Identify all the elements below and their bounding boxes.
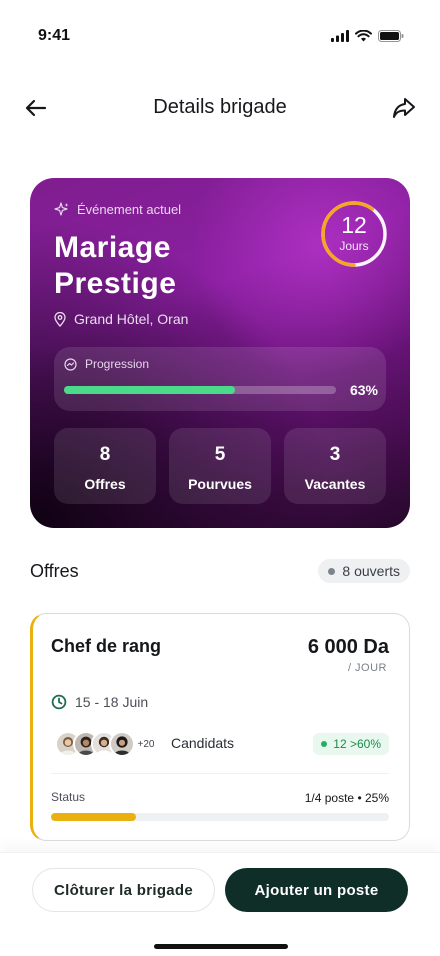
offer-title: Chef de rang xyxy=(51,636,162,656)
stat-offres[interactable]: 8 Offres xyxy=(54,428,156,504)
progress-fill xyxy=(64,386,236,394)
stat-value: 5 xyxy=(214,444,226,465)
sparkle-icon xyxy=(54,202,69,216)
candidate-avatars[interactable]: +20 xyxy=(55,730,159,758)
stat-label: Pourvues xyxy=(188,476,252,492)
share-button[interactable] xyxy=(390,94,418,122)
signal-icon xyxy=(331,30,349,42)
status-value: 1/4 poste • 25% xyxy=(304,791,389,805)
progress-track xyxy=(64,386,336,394)
event-location-label: Grand Hôtel, Oran xyxy=(74,311,189,327)
gauge-icon xyxy=(64,357,77,371)
progress-label-text: Progression xyxy=(85,357,150,371)
progress-box: Progression 63% xyxy=(54,347,386,411)
match-score-label: 12 >60% xyxy=(333,737,381,751)
event-location: Grand Hôtel, Oran xyxy=(54,311,188,327)
status-track xyxy=(51,813,389,821)
stats-row: 8 Offres 5 Pourvues 3 Vacantes xyxy=(54,428,386,504)
bottom-action-bar: Clôturer la brigade Ajouter un poste xyxy=(0,852,440,956)
stat-label: Offres xyxy=(84,476,126,492)
clock-icon xyxy=(51,694,67,710)
page-title: Details brigade xyxy=(153,96,287,118)
status-time: 9:41 xyxy=(38,27,71,44)
stat-vacantes[interactable]: 3 Vacantes xyxy=(284,428,386,504)
status-dot xyxy=(321,741,328,747)
event-card[interactable]: Événement actuel Mariage Prestige Grand … xyxy=(30,178,410,528)
days-label: Jours xyxy=(339,239,369,253)
offer-dates: 15 - 18 Juin xyxy=(51,694,148,710)
progress-percent: 63% xyxy=(349,382,378,398)
battery-icon xyxy=(378,30,404,42)
open-offers-badge: 8 ouverts xyxy=(318,559,410,583)
status-icons xyxy=(331,30,404,42)
divider xyxy=(51,773,389,774)
map-pin-icon xyxy=(54,311,66,327)
stat-value: 3 xyxy=(329,444,341,465)
event-tag: Événement actuel xyxy=(54,202,181,217)
stat-label: Vacantes xyxy=(304,476,366,492)
offer-dates-label: 15 - 18 Juin xyxy=(75,694,149,710)
close-brigade-button[interactable]: Clôturer la brigade xyxy=(32,868,215,912)
open-offers-label: 8 ouverts xyxy=(342,563,400,579)
more-candidates-count: +20 xyxy=(133,731,159,757)
share-icon xyxy=(393,98,415,118)
stat-pourvues[interactable]: 5 Pourvues xyxy=(169,428,271,504)
offer-price-unit: / JOUR xyxy=(347,662,387,674)
days-value: 12 xyxy=(341,212,367,238)
offer-price: 6 000 Da xyxy=(307,636,389,658)
status-fill xyxy=(51,813,136,821)
home-indicator xyxy=(154,944,288,949)
avatar xyxy=(109,731,135,757)
status-label: Status xyxy=(51,790,86,804)
header: Details brigade xyxy=(0,86,440,130)
event-title: Mariage Prestige xyxy=(54,231,177,300)
match-score-badge: 12 >60% xyxy=(313,733,389,755)
status-bar: 9:41 xyxy=(0,0,440,60)
add-position-button[interactable]: Ajouter un poste xyxy=(225,868,408,912)
stat-value: 8 xyxy=(99,444,111,465)
offer-card[interactable]: Chef de rang 6 000 Da / JOUR 15 - 18 Jui… xyxy=(30,613,410,841)
offers-section-title: Offres xyxy=(30,561,79,581)
candidates-label: Candidats xyxy=(171,735,235,751)
progress-label: Progression xyxy=(64,357,149,371)
event-tag-label: Événement actuel xyxy=(77,202,182,217)
status-dot xyxy=(328,567,336,575)
wifi-icon xyxy=(355,30,372,42)
days-countdown: 12 Jours xyxy=(320,200,388,268)
